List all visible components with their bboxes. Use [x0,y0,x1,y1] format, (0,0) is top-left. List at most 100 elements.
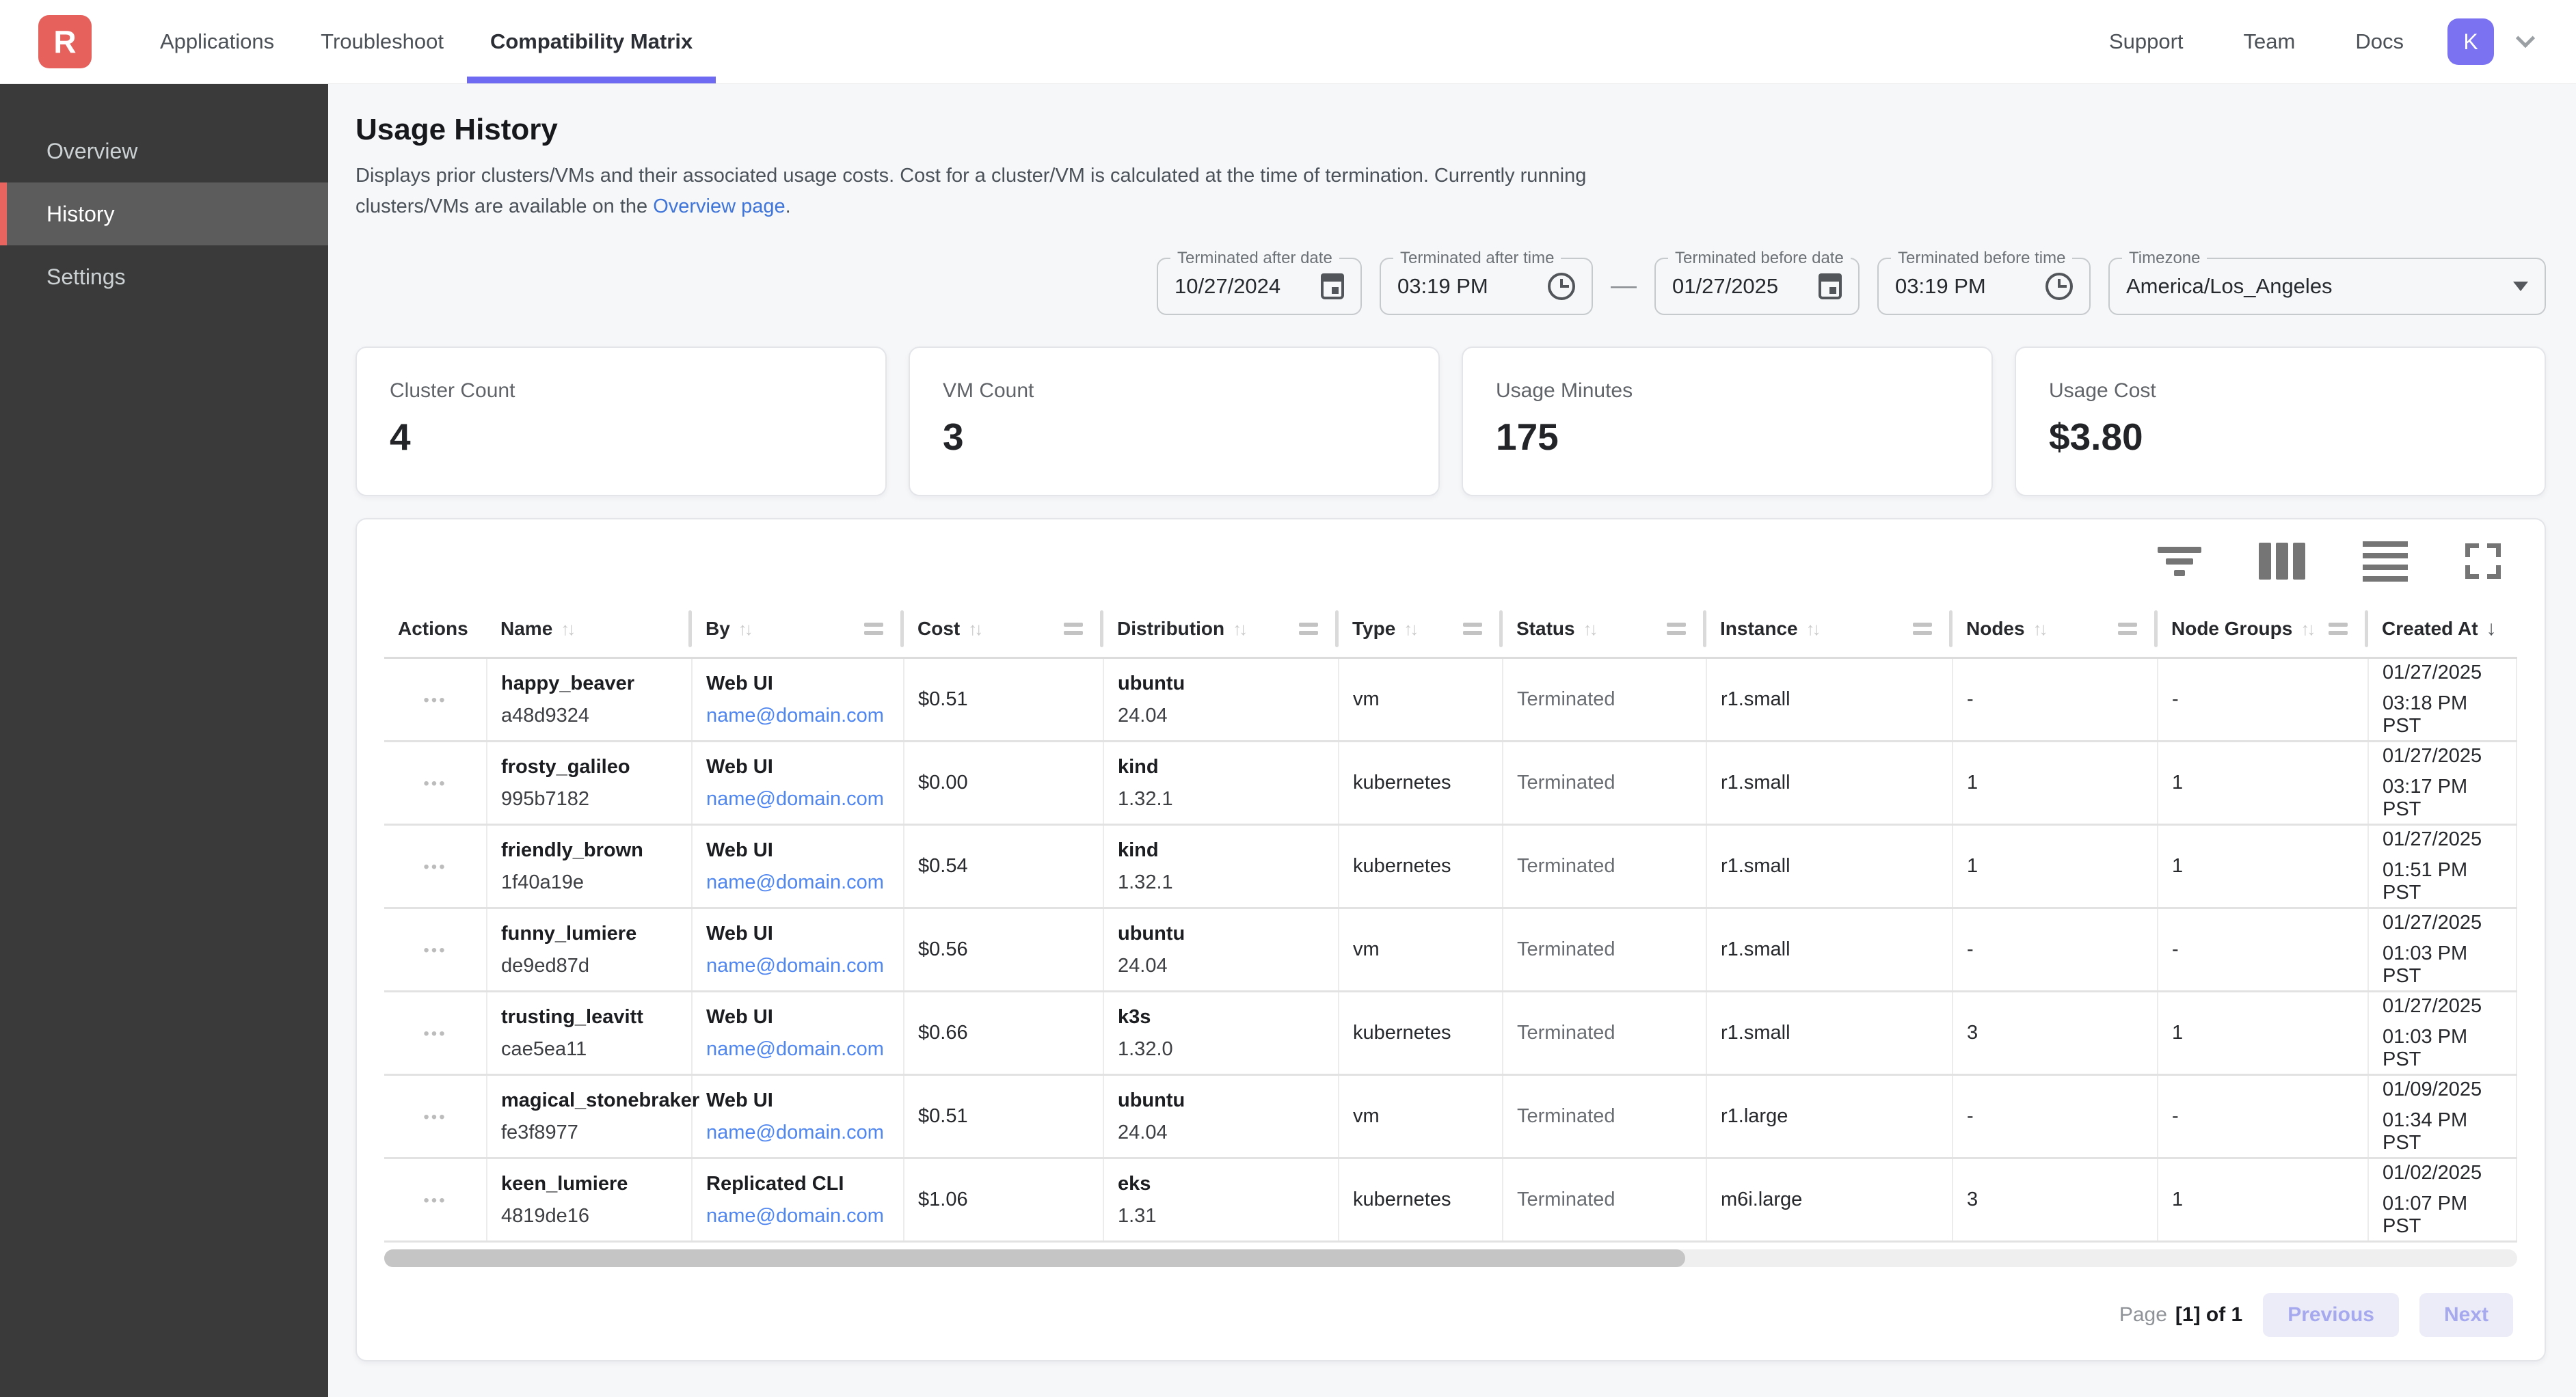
filter-timezone[interactable]: Timezone America/Los_Angeles [2108,258,2546,315]
filter-icon[interactable] [2158,547,2201,576]
filter-terminated-after-time[interactable]: Terminated after time [1380,258,1593,315]
terminated-before-date-input[interactable] [1672,274,1819,299]
row-actions-button[interactable]: ••• [423,691,446,710]
column-header-actions: Actions [384,601,487,658]
sidebar-item-label: History [46,202,115,227]
scrollbar-thumb[interactable] [384,1249,1685,1267]
distribution-version: 1.31 [1118,1205,1324,1228]
column-drag-icon[interactable] [1064,623,1083,635]
row-actions-button[interactable]: ••• [423,1191,446,1210]
team-link[interactable]: Team [2244,29,2296,54]
email-link[interactable]: name@domain.com [706,705,884,727]
table-row: ••• frosty_galileo 995b7182 Web UI name@… [384,742,2517,825]
instance-value: r1.large [1721,1105,1938,1128]
support-link[interactable]: Support [2109,29,2184,54]
calendar-icon[interactable] [1321,273,1344,299]
stat-card: Cluster Count 4 [355,347,887,496]
column-drag-icon[interactable] [1667,623,1686,635]
previous-button[interactable]: Previous [2263,1293,2399,1337]
column-drag-icon[interactable] [1913,623,1932,635]
overview-page-link[interactable]: Overview page [653,195,785,217]
email-link[interactable]: name@domain.com [706,955,884,977]
field-label: Terminated after time [1393,249,1561,268]
column-header-type[interactable]: Type↑↓ [1339,601,1503,658]
terminated-before-time-input[interactable] [1895,274,2045,299]
distribution-version: 24.04 [1118,955,1324,977]
sidebar-item-settings[interactable]: Settings [0,245,328,308]
field-label: Terminated before date [1668,249,1851,268]
terminated-after-time-input[interactable] [1397,274,1548,299]
email-link[interactable]: name@domain.com [706,1205,884,1227]
calendar-icon[interactable] [1819,273,1842,299]
instance-value: r1.small [1721,772,1938,794]
sidebar-item-history[interactable]: History [0,182,328,245]
tab-applications[interactable]: Applications [137,0,297,83]
status-value: Terminated [1517,855,1692,878]
email-link[interactable]: name@domain.com [706,788,884,810]
cluster-name: friendly_brown [501,839,677,862]
cluster-name: happy_beaver [501,673,677,695]
filter-terminated-after-date[interactable]: Terminated after date [1157,258,1362,315]
app-logo[interactable]: R [38,15,92,68]
column-header-by[interactable]: By↑↓ [692,601,904,658]
tab-troubleshoot[interactable]: Troubleshoot [297,0,467,83]
primary-nav: Applications Troubleshoot Compatibility … [137,0,716,83]
page-title: Usage History [355,113,2546,147]
density-icon[interactable] [2363,541,2408,582]
cluster-id: fe3f8977 [501,1122,677,1144]
column-drag-icon[interactable] [864,623,883,635]
stat-value: 175 [1496,415,1959,459]
row-actions-button[interactable]: ••• [423,774,446,794]
tab-compatibility-matrix[interactable]: Compatibility Matrix [467,0,716,83]
sort-icon: ↑↓ [1404,619,1416,639]
column-drag-icon[interactable] [1299,623,1318,635]
stat-label: Usage Cost [2049,379,2512,403]
horizontal-scrollbar[interactable] [384,1249,2517,1267]
type-value: kubernetes [1353,1022,1488,1044]
status-value: Terminated [1517,938,1692,961]
column-header-node-groups[interactable]: Node Groups↑↓ [2158,601,2368,658]
sidebar-item-overview[interactable]: Overview [0,120,328,182]
chevron-down-icon[interactable] [2516,29,2535,48]
column-header-cost[interactable]: Cost↑↓ [904,601,1103,658]
row-actions-button[interactable]: ••• [423,941,446,960]
stat-value: 4 [390,415,853,459]
type-value: kubernetes [1353,1189,1488,1211]
clock-icon[interactable] [1548,273,1575,300]
email-link[interactable]: name@domain.com [706,1122,884,1143]
column-header-name[interactable]: Name↑↓ [487,601,692,658]
column-label: Cost [917,618,960,639]
avatar[interactable]: K [2447,18,2494,65]
terminated-after-date-input[interactable] [1175,274,1321,299]
column-header-status[interactable]: Status↑↓ [1503,601,1706,658]
column-header-created-at[interactable]: Created At↓ [2368,601,2517,658]
column-header-instance[interactable]: Instance↑↓ [1706,601,1953,658]
instance-value: r1.small [1721,855,1938,878]
row-actions-button[interactable]: ••• [423,1025,446,1044]
email-link[interactable]: name@domain.com [706,871,884,893]
email-link[interactable]: name@domain.com [706,1038,884,1060]
row-actions-button[interactable]: ••• [423,858,446,877]
column-header-nodes[interactable]: Nodes↑↓ [1953,601,2158,658]
filter-terminated-before-time[interactable]: Terminated before time [1877,258,2091,315]
docs-link[interactable]: Docs [2355,29,2404,54]
cost-value: $0.54 [918,855,1089,878]
caret-down-icon[interactable] [2513,282,2528,291]
column-label: Status [1516,618,1575,639]
created-time: 01:03 PM PST [2383,1026,2502,1071]
fullscreen-icon[interactable] [2465,543,2501,579]
columns-icon[interactable] [2259,543,2305,580]
type-value: vm [1353,1105,1488,1128]
next-button[interactable]: Next [2419,1293,2513,1337]
row-actions-button[interactable]: ••• [423,1108,446,1127]
avatar-initial: K [2463,29,2478,55]
column-header-distribution[interactable]: Distribution↑↓ [1103,601,1339,658]
filter-terminated-before-date[interactable]: Terminated before date [1654,258,1860,315]
column-label: Name [500,618,552,639]
distribution-name: kind [1118,756,1324,778]
column-drag-icon[interactable] [2118,623,2137,635]
column-drag-icon[interactable] [2329,623,2348,635]
clock-icon[interactable] [2045,273,2073,300]
description-line2: clusters/VMs are available on the [355,195,653,217]
column-drag-icon[interactable] [1463,623,1482,635]
